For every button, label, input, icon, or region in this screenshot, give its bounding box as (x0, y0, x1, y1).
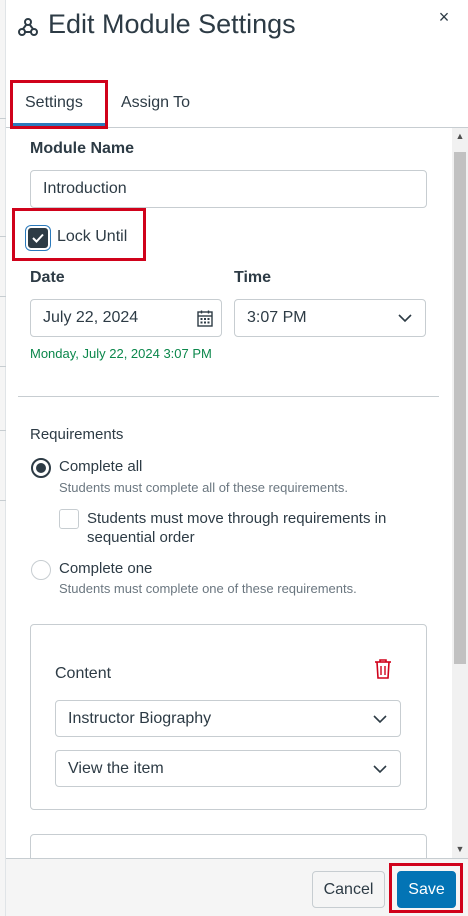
chevron-down-icon (373, 714, 387, 723)
requirement-action-select[interactable]: View the item (55, 750, 401, 787)
requirement-type-label: Content (55, 665, 112, 682)
requirement-card: Content Instructor Biography View the it… (30, 624, 427, 810)
complete-one-description: Students must complete one of these requ… (59, 581, 357, 596)
complete-one-label: Complete one (59, 560, 153, 577)
sequential-order-label-line2: sequential order (87, 529, 195, 546)
time-select[interactable]: 3:07 PM (234, 299, 426, 337)
highlight-box-save (389, 863, 463, 913)
chevron-down-icon (373, 764, 387, 773)
requirement-card-next (30, 834, 427, 858)
complete-one-radio[interactable] (31, 560, 51, 580)
tray-title: Edit Module Settings (48, 9, 296, 39)
scroll-down-icon[interactable]: ▼ (455, 844, 465, 854)
date-value: July 22, 2024 (43, 309, 139, 326)
complete-all-label: Complete all (59, 458, 143, 475)
requirement-action-value: View the item (68, 759, 164, 777)
module-icon (18, 17, 38, 37)
cancel-button[interactable]: Cancel (312, 871, 385, 908)
trash-icon[interactable] (373, 658, 393, 685)
highlight-box-settings-tab (10, 80, 108, 129)
complete-all-radio[interactable] (31, 458, 51, 478)
time-label: Time (234, 269, 272, 286)
module-name-label: Module Name (30, 140, 135, 157)
date-input[interactable]: July 22, 2024 (30, 299, 222, 337)
close-icon[interactable]: × (434, 7, 454, 28)
section-divider (18, 396, 439, 397)
requirement-item-select[interactable]: Instructor Biography (55, 700, 401, 737)
lock-date-summary: Monday, July 22, 2024 3:07 PM (30, 346, 212, 361)
scrollbar[interactable]: ▲ ▼ (452, 128, 468, 858)
tray-header: Edit Module Settings × (6, 0, 468, 60)
highlight-box-lock-until (12, 208, 146, 261)
calendar-icon[interactable] (197, 310, 213, 332)
scrollbar-thumb[interactable] (454, 152, 466, 664)
complete-all-description: Students must complete all of these requ… (59, 480, 349, 495)
module-name-value: Introduction (43, 180, 127, 197)
module-name-input[interactable]: Introduction (30, 170, 427, 208)
sequential-order-checkbox[interactable] (59, 509, 79, 529)
scroll-up-icon[interactable]: ▲ (455, 131, 465, 141)
requirements-label: Requirements (30, 426, 124, 443)
time-value: 3:07 PM (247, 309, 307, 326)
date-label: Date (30, 269, 65, 286)
requirement-item-value: Instructor Biography (68, 709, 212, 727)
tab-assign-to[interactable]: Assign To (121, 94, 190, 112)
chevron-down-icon (398, 314, 412, 323)
sequential-order-label-line1: Students must move through requirements … (87, 510, 387, 527)
